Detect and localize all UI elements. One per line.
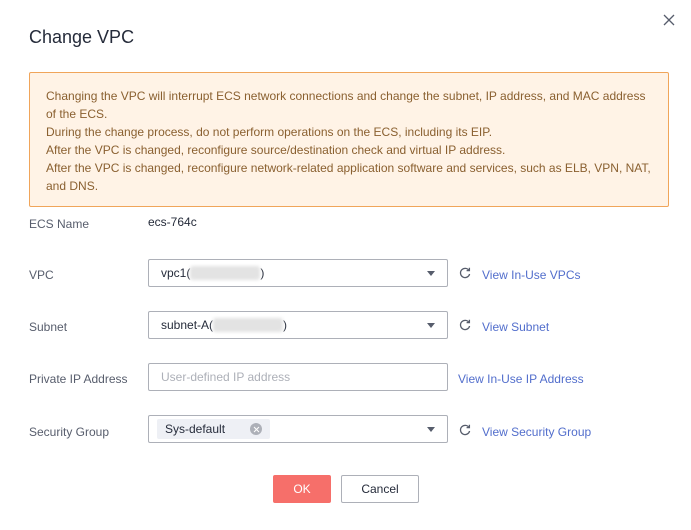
vpc-select[interactable]: vpc1() — [148, 259, 448, 287]
security-group-tag: Sys-default — [157, 419, 270, 439]
view-security-group-link[interactable]: View Security Group — [482, 425, 591, 439]
view-in-use-vpcs-link[interactable]: View In-Use VPCs — [482, 268, 580, 282]
remove-tag-icon[interactable] — [250, 423, 262, 435]
refresh-icon[interactable] — [458, 266, 472, 280]
close-icon[interactable] — [661, 12, 677, 28]
alert-line: Changing the VPC will interrupt ECS netw… — [46, 89, 646, 121]
chevron-down-icon — [427, 427, 435, 432]
alert-line: During the change process, do not perfor… — [46, 125, 493, 139]
view-in-use-ip-link[interactable]: View In-Use IP Address — [458, 372, 584, 386]
chevron-down-icon — [427, 271, 435, 276]
vpc-label: VPC — [29, 268, 54, 282]
alert-line: After the VPC is changed, reconfigure so… — [46, 143, 506, 157]
redacted-id — [213, 318, 284, 332]
ecs-name-value: ecs-764c — [148, 215, 197, 229]
vpc-selected-value: vpc1() — [161, 266, 265, 280]
private-ip-label: Private IP Address — [29, 372, 128, 386]
tag-label: Sys-default — [165, 422, 226, 436]
chevron-down-icon — [427, 323, 435, 328]
change-vpc-dialog: Change VPC Changing the VPC will interru… — [0, 0, 691, 530]
alert-line: After the VPC is changed, reconfigure ne… — [46, 161, 651, 193]
view-subnet-link[interactable]: View Subnet — [482, 320, 549, 334]
ecs-name-label: ECS Name — [29, 217, 90, 231]
warning-alert: Changing the VPC will interrupt ECS netw… — [29, 72, 669, 207]
refresh-icon[interactable] — [458, 423, 472, 437]
subnet-select[interactable]: subnet-A() — [148, 311, 448, 339]
redacted-id — [190, 266, 261, 280]
security-group-select[interactable]: Sys-default — [148, 415, 448, 443]
subnet-label: Subnet — [29, 320, 68, 334]
dialog-title: Change VPC — [29, 27, 135, 47]
ok-button[interactable]: OK — [273, 475, 331, 503]
private-ip-input[interactable] — [148, 363, 448, 391]
security-group-label: Security Group — [29, 425, 110, 439]
refresh-icon[interactable] — [458, 318, 472, 332]
cancel-button[interactable]: Cancel — [341, 475, 419, 503]
subnet-selected-value: subnet-A() — [161, 318, 288, 332]
